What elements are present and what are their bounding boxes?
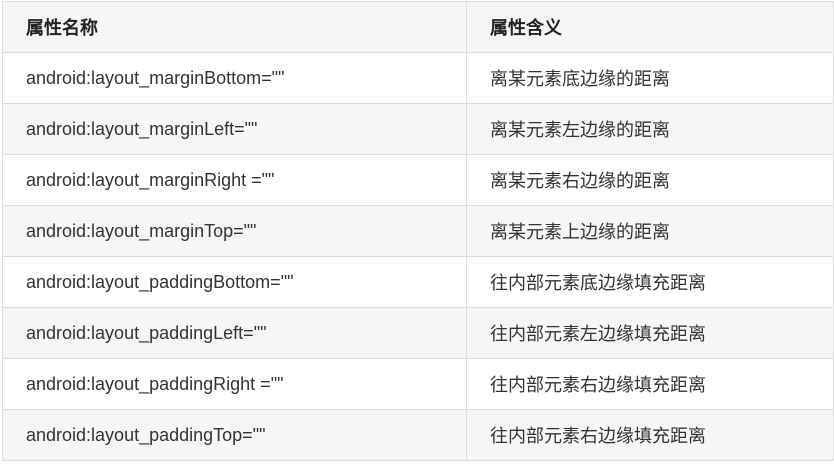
table-row: android:layout_paddingBottom="" 往内部元素底边缘… bbox=[2, 256, 834, 308]
table-row: android:layout_marginTop="" 离某元素上边缘的距离 bbox=[2, 205, 834, 257]
attribute-meaning-cell: 离某元素右边缘的距离 bbox=[466, 154, 834, 206]
attribute-name-cell: android:layout_paddingLeft="" bbox=[2, 307, 467, 359]
table-row: android:layout_paddingRight ="" 往内部元素右边缘… bbox=[2, 358, 834, 410]
table-row: android:layout_marginBottom="" 离某元素底边缘的距… bbox=[2, 52, 834, 104]
attribute-meaning-cell: 往内部元素右边缘填充距离 bbox=[466, 409, 834, 461]
attribute-name-cell: android:layout_marginTop="" bbox=[2, 205, 467, 257]
table-row: android:layout_paddingLeft="" 往内部元素左边缘填充… bbox=[2, 307, 834, 359]
header-attribute-meaning: 属性含义 bbox=[466, 1, 834, 53]
attribute-meaning-cell: 往内部元素右边缘填充距离 bbox=[466, 358, 834, 410]
header-attribute-name: 属性名称 bbox=[2, 1, 467, 53]
attribute-meaning-cell: 离某元素上边缘的距离 bbox=[466, 205, 834, 257]
attribute-meaning-cell: 往内部元素底边缘填充距离 bbox=[466, 256, 834, 308]
attribute-name-cell: android:layout_paddingTop="" bbox=[2, 409, 467, 461]
attribute-meaning-cell: 离某元素左边缘的距离 bbox=[466, 103, 834, 155]
attribute-table: 属性名称 属性含义 android:layout_marginBottom=""… bbox=[2, 1, 834, 461]
table-row: android:layout_marginLeft="" 离某元素左边缘的距离 bbox=[2, 103, 834, 155]
attribute-table-container: 属性名称 属性含义 android:layout_marginBottom=""… bbox=[2, 1, 834, 467]
attribute-name-cell: android:layout_paddingBottom="" bbox=[2, 256, 467, 308]
attribute-name-cell: android:layout_marginLeft="" bbox=[2, 103, 467, 155]
attribute-name-cell: android:layout_paddingRight ="" bbox=[2, 358, 467, 410]
table-row: android:layout_marginRight ="" 离某元素右边缘的距… bbox=[2, 154, 834, 206]
attribute-name-cell: android:layout_marginBottom="" bbox=[2, 52, 467, 104]
table-header-row: 属性名称 属性含义 bbox=[2, 1, 834, 53]
table-row: android:layout_paddingTop="" 往内部元素右边缘填充距… bbox=[2, 409, 834, 461]
attribute-meaning-cell: 往内部元素左边缘填充距离 bbox=[466, 307, 834, 359]
attribute-meaning-cell: 离某元素底边缘的距离 bbox=[466, 52, 834, 104]
attribute-name-cell: android:layout_marginRight ="" bbox=[2, 154, 467, 206]
